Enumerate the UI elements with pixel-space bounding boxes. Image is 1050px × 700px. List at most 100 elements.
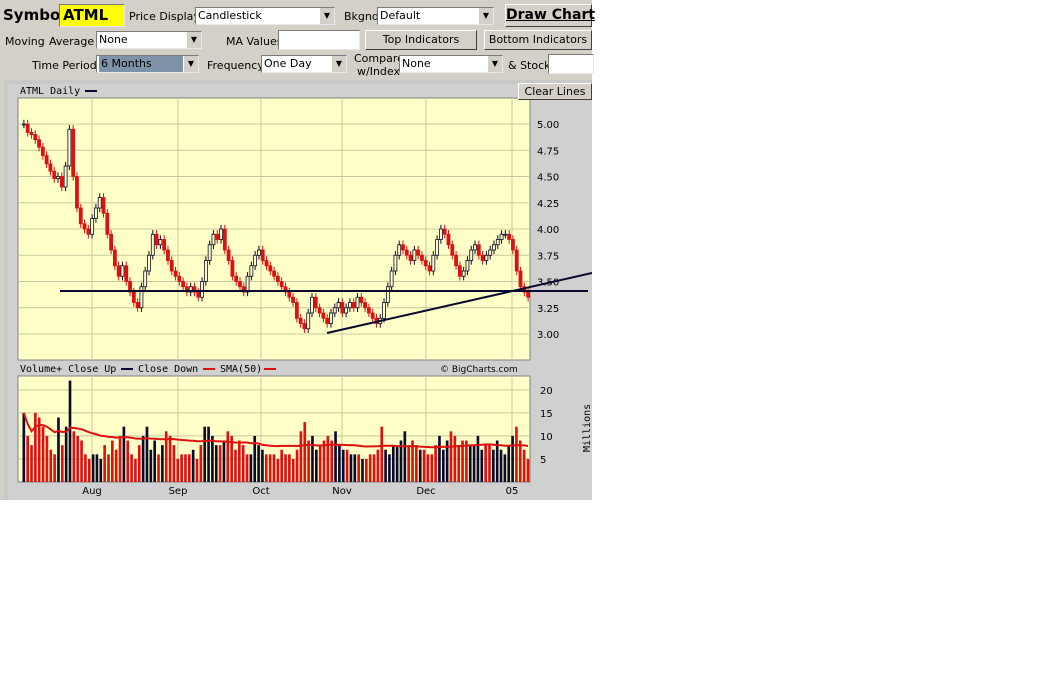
volume-bar <box>107 454 110 482</box>
volume-bar <box>526 458 530 482</box>
candle-body <box>514 249 519 272</box>
candle-body <box>287 291 292 298</box>
candle-body <box>340 302 345 314</box>
volume-bar <box>518 440 522 482</box>
volume-bar <box>465 440 468 482</box>
candle-body <box>321 312 326 319</box>
volume-tick-label: 20 <box>540 386 553 397</box>
volume-bar <box>326 435 330 482</box>
candle-body <box>101 197 106 214</box>
price-tick-label: 4.50 <box>537 173 559 184</box>
candle-body <box>97 197 102 209</box>
volume-bar <box>499 449 503 482</box>
candle-body <box>450 244 455 256</box>
volume-bar <box>157 454 160 482</box>
chart-form-panel: Symbol ATML Price Display Candlestick ▼ … <box>0 0 595 500</box>
candle-body <box>21 123 26 126</box>
volume-bar <box>430 454 434 482</box>
volume-bar <box>434 445 437 482</box>
volume-bar <box>330 440 334 482</box>
candle-body <box>382 302 386 319</box>
candle-body <box>124 265 129 282</box>
volume-bar <box>291 458 295 482</box>
candle-body <box>78 207 83 225</box>
x-axis-label: Sep <box>169 486 188 497</box>
volume-bar <box>207 426 210 482</box>
clear-lines-button[interactable]: Clear Lines <box>518 83 592 100</box>
volume-bar <box>99 458 103 482</box>
volume-bar <box>511 435 514 482</box>
volume-bar <box>95 454 99 482</box>
volume-bar <box>261 449 264 482</box>
volume-bar <box>37 417 41 482</box>
volume-bar <box>449 431 453 482</box>
candle-body <box>44 155 49 165</box>
candle-body <box>503 233 508 236</box>
volume-bar <box>480 449 484 482</box>
candle-body <box>279 281 284 288</box>
volume-bar <box>41 426 45 482</box>
volume-bar <box>365 458 368 482</box>
candle-body <box>264 260 269 267</box>
volume-bar <box>180 454 183 482</box>
candle-body <box>511 239 515 251</box>
candle-body <box>412 249 417 261</box>
volume-bar <box>349 454 353 482</box>
candle-body <box>325 317 330 324</box>
price-tick-labels: 5.004.754.504.254.003.753.503.253.00 <box>537 120 559 341</box>
candle-body <box>401 244 405 251</box>
volume-bar <box>187 454 191 482</box>
candle-body <box>90 218 95 235</box>
price-tick-label: 4.00 <box>537 225 559 236</box>
candle-body <box>302 323 307 330</box>
candle-body <box>272 270 277 277</box>
volume-bar <box>418 449 422 482</box>
volume-bar <box>191 449 195 482</box>
candle-body <box>143 270 148 288</box>
candle-body <box>154 233 159 246</box>
volume-bar <box>453 435 457 482</box>
stock-chart: ATML Daily 5.004.754.504.254.003.753.503… <box>4 80 592 500</box>
volume-bar <box>484 445 487 482</box>
candle-body <box>366 307 371 314</box>
candle-body <box>499 233 504 240</box>
volume-bar <box>49 449 53 482</box>
candle-body <box>420 254 424 261</box>
volume-bar <box>68 380 72 482</box>
candle-body <box>454 254 458 267</box>
volume-bar <box>426 454 430 482</box>
volume-bar <box>134 458 137 482</box>
candle-body <box>181 281 186 288</box>
candle-body <box>25 123 30 133</box>
volume-bar <box>199 445 203 482</box>
candle-body <box>222 228 227 251</box>
volume-bar <box>161 445 164 482</box>
volume-bar <box>30 445 33 482</box>
price-tick-label: 3.00 <box>537 330 559 341</box>
candle-body <box>385 286 390 303</box>
candle-body <box>75 176 79 209</box>
volume-bar <box>176 458 180 482</box>
volume-bar <box>503 454 507 482</box>
volume-bar <box>249 454 253 482</box>
volume-bar <box>299 431 303 482</box>
volume-tick-label: 10 <box>540 432 553 443</box>
candle-body <box>169 260 174 272</box>
volume-bar <box>137 445 141 482</box>
volume-bar <box>395 445 399 482</box>
candle-body <box>82 223 87 230</box>
candle-body <box>492 244 496 251</box>
candle-body <box>442 228 447 235</box>
volume-bar <box>372 454 376 482</box>
volume-bar <box>57 417 60 482</box>
volume-bar <box>268 454 272 482</box>
volume-bar <box>64 426 68 482</box>
volume-bar <box>507 445 511 482</box>
volume-bar <box>353 454 357 482</box>
candle-body <box>59 176 64 188</box>
volume-title: Volume+ Close Up <box>20 364 116 375</box>
candle-body <box>317 307 322 314</box>
candle-body <box>457 265 462 277</box>
price-tick-label: 4.25 <box>537 199 559 210</box>
candle-body <box>268 265 273 272</box>
